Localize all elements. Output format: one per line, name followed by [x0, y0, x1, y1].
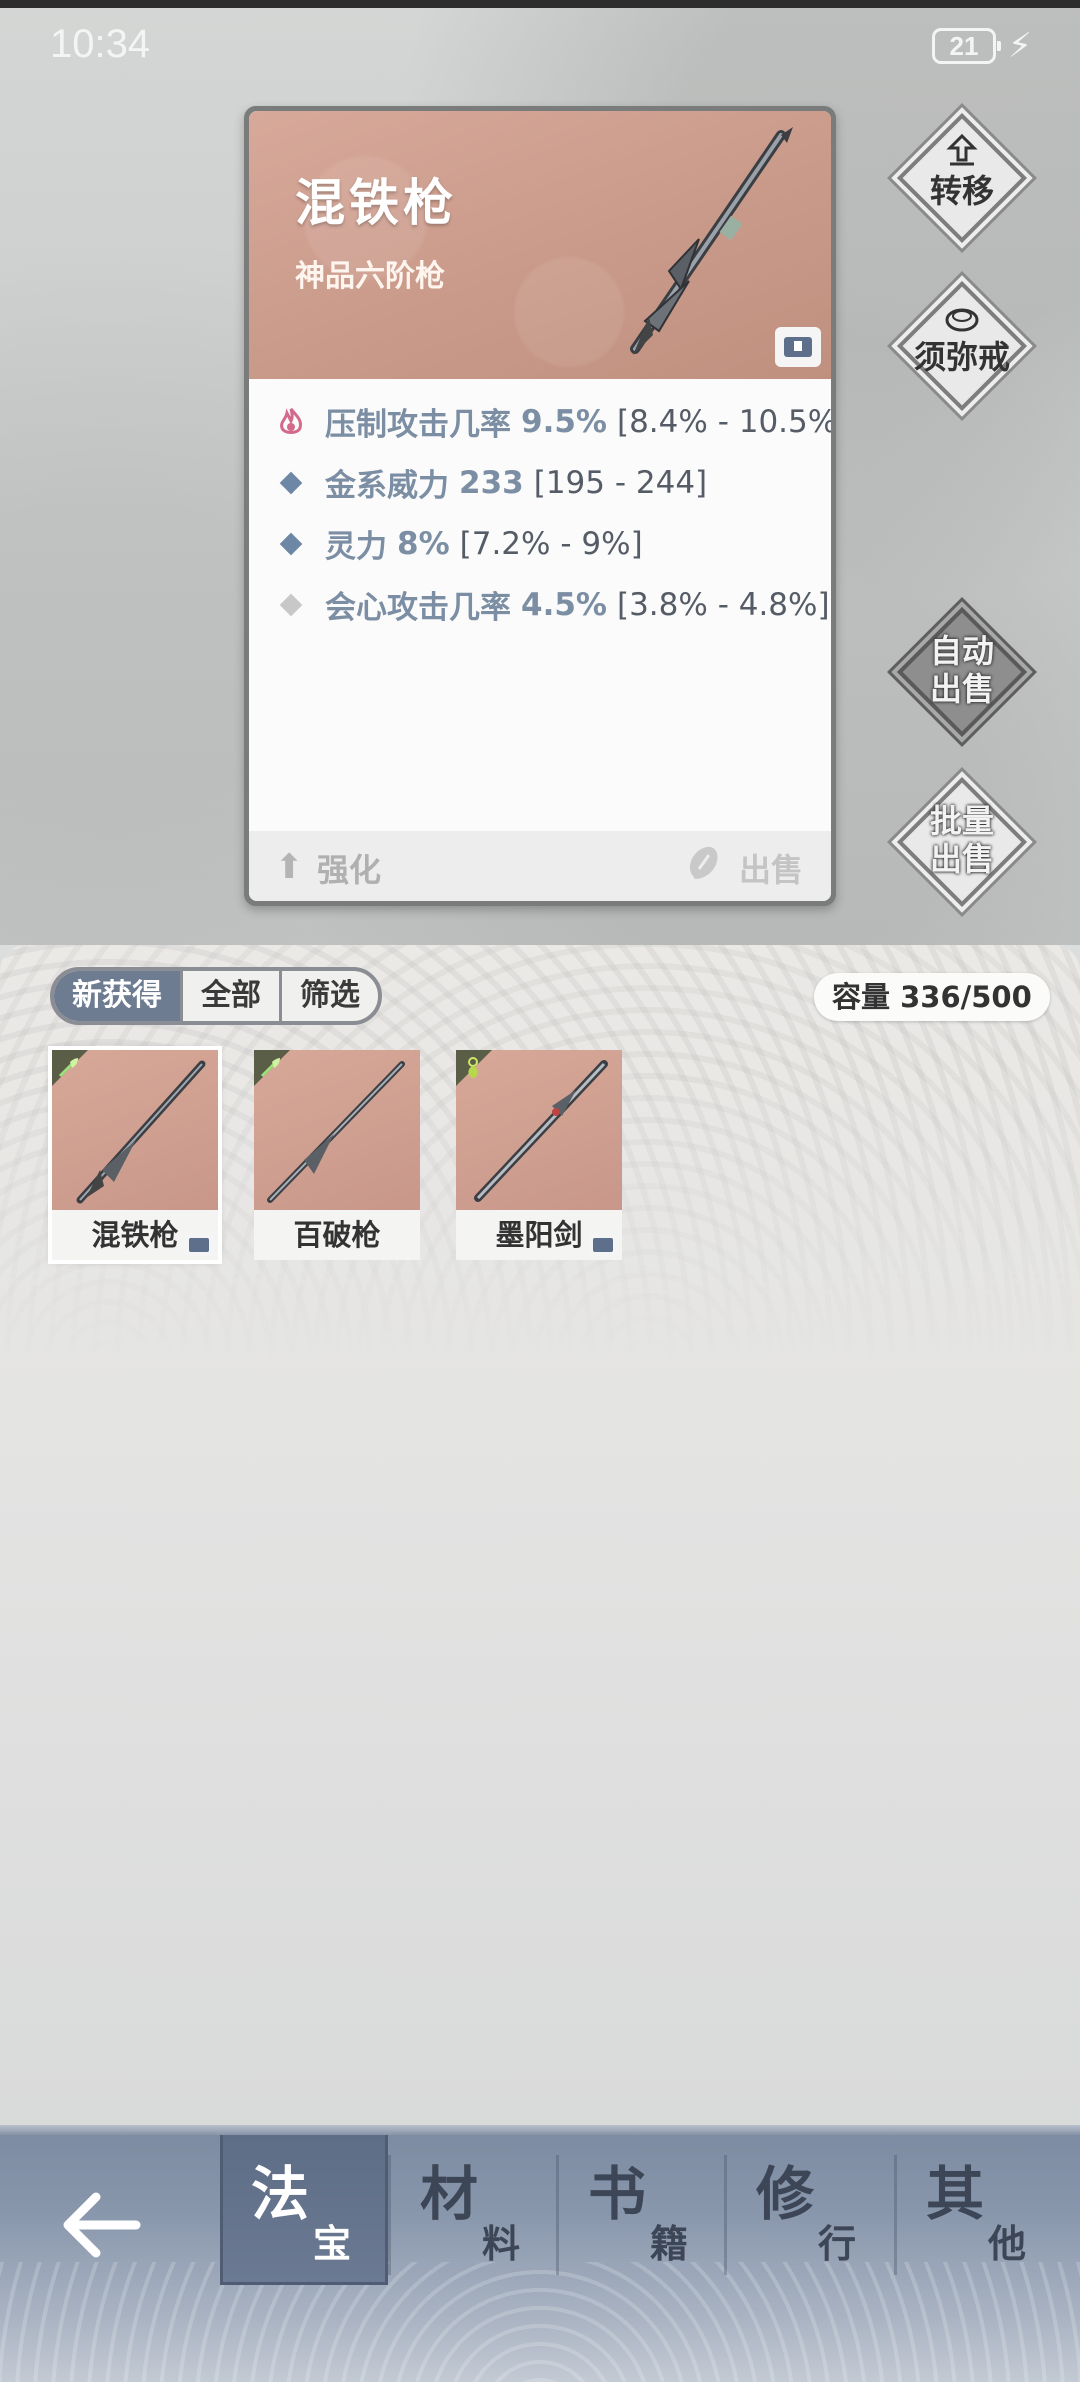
tab-label-main: 其: [926, 2160, 985, 2228]
inventory-panel: 新获得 全部 筛选 容量 336/500 混铁枪 百破枪 墨阳剑: [0, 945, 1080, 2125]
stat-range: [195 - 244]: [533, 464, 708, 501]
item-header: 混铁枪 神品六阶枪: [249, 111, 831, 379]
item-detail-card: 混铁枪 神品六阶枪 压制攻击几率 9.5% [8.4% - 10.5%] 金系威…: [244, 106, 836, 906]
capacity-badge: 容量 336/500: [814, 973, 1050, 1021]
leaf-icon: [260, 1058, 280, 1078]
tab-label-sub: 料: [482, 2221, 521, 2266]
tab-label-main: 材: [420, 2160, 479, 2228]
stat-value: 8%: [397, 525, 450, 562]
filter-tabs: 新获得 全部 筛选: [50, 967, 382, 1025]
tab-label-sub: 籍: [650, 2221, 689, 2266]
stat-row: 灵力 8% [7.2% - 9%]: [271, 513, 831, 574]
tab-label-sub: 他: [988, 2221, 1027, 2266]
stats-list: 压制攻击几率 9.5% [8.4% - 10.5%] 金系威力 233 [195…: [271, 391, 831, 635]
gourd-icon: [468, 1057, 478, 1078]
nav-divider: [724, 2155, 727, 2275]
filter-screen[interactable]: 筛选: [282, 971, 378, 1021]
item-name: 百破枪: [293, 1218, 381, 1252]
tab-other[interactable]: 其 他: [898, 2135, 1066, 2285]
arrow-up-icon: ⬆: [275, 847, 304, 887]
sumeru-ring-button[interactable]: 须弥戒: [892, 276, 1032, 416]
batch-sell-label-line1: 批量: [929, 802, 994, 840]
tab-cultivation[interactable]: 修 行: [728, 2135, 896, 2285]
batch-sell-button[interactable]: 批量 出售: [892, 772, 1032, 912]
tab-label-main: 修: [756, 2160, 815, 2228]
screen-edge: [0, 0, 1080, 8]
nav-divider: [388, 2155, 391, 2275]
tab-materials[interactable]: 材 料: [392, 2135, 560, 2285]
diamond-icon: [271, 532, 311, 555]
inventory-slot[interactable]: 百破枪: [254, 1050, 420, 1260]
tab-label-sub: 宝: [313, 2221, 352, 2266]
leaf-icon: [58, 1058, 78, 1078]
strengthen-button[interactable]: 强化: [317, 845, 381, 891]
stat-name: 金系威力: [325, 468, 449, 504]
stat-range: [7.2% - 9%]: [459, 525, 643, 562]
sell-button[interactable]: 出售: [739, 845, 803, 891]
inventory-slot[interactable]: 墨阳剑: [456, 1050, 622, 1260]
flame-icon: [271, 407, 311, 437]
tab-treasure[interactable]: 法 宝: [220, 2135, 388, 2285]
tab-label-main: 法: [251, 2160, 310, 2228]
stat-row: 压制攻击几率 9.5% [8.4% - 10.5%]: [271, 391, 831, 452]
upload-icon: [946, 133, 978, 166]
item-title: 混铁枪: [295, 174, 457, 232]
transfer-label: 转移: [929, 172, 994, 210]
sell-icon: [689, 846, 718, 879]
item-name: 混铁枪: [91, 1218, 179, 1252]
status-time: 10:34: [50, 22, 151, 66]
batch-sell-label-line2: 出售: [929, 840, 994, 878]
charging-icon: ⚡: [1008, 26, 1032, 66]
diamond-icon: [271, 593, 311, 616]
filter-new[interactable]: 新获得: [54, 971, 183, 1021]
tab-label-main: 书: [588, 2160, 647, 2228]
nav-rim: [0, 2125, 1080, 2135]
back-arrow-icon[interactable]: [56, 2185, 146, 2265]
auto-sell-label-line1: 自动: [929, 632, 994, 670]
tab-label-sub: 行: [818, 2221, 857, 2266]
auto-sell-button[interactable]: 自动 出售: [892, 602, 1032, 742]
item-subtitle: 神品六阶枪: [295, 259, 445, 294]
bottom-nav: 法 宝 材 料 书 籍 修 行 其 他: [0, 2125, 1080, 2382]
nav-divider: [556, 2155, 559, 2275]
sumeru-ring-label: 须弥戒: [913, 338, 1010, 376]
item-name: 墨阳剑: [495, 1218, 583, 1252]
ring-icon: [945, 308, 979, 332]
stat-range: [3.8% - 4.8%]: [616, 586, 830, 623]
inventory-slot[interactable]: 混铁枪: [48, 1046, 222, 1264]
diamond-icon: [271, 471, 311, 494]
stat-value: 233: [459, 464, 524, 501]
stat-range: [8.4% - 10.5%]: [616, 403, 831, 440]
card-footer: ⬆ 强化 出售: [249, 831, 831, 901]
stat-value: 4.5%: [521, 586, 607, 623]
auto-sell-label-line2: 出售: [929, 670, 994, 708]
spear-image: [630, 127, 793, 355]
filter-all[interactable]: 全部: [183, 971, 282, 1021]
transfer-button[interactable]: 转移: [892, 108, 1032, 248]
nav-divider: [894, 2155, 897, 2275]
stat-row: 金系威力 233 [195 - 244]: [271, 452, 831, 513]
stat-name: 灵力: [325, 529, 387, 565]
stat-name: 压制攻击几率: [325, 407, 511, 443]
stat-value: 9.5%: [521, 403, 607, 440]
tab-books[interactable]: 书 籍: [560, 2135, 728, 2285]
lock-icon[interactable]: [775, 327, 821, 367]
stat-name: 会心攻击几率: [325, 590, 511, 626]
battery-icon: 21: [932, 28, 1001, 64]
stat-row: 会心攻击几率 4.5% [3.8% - 4.8%]: [271, 574, 831, 635]
